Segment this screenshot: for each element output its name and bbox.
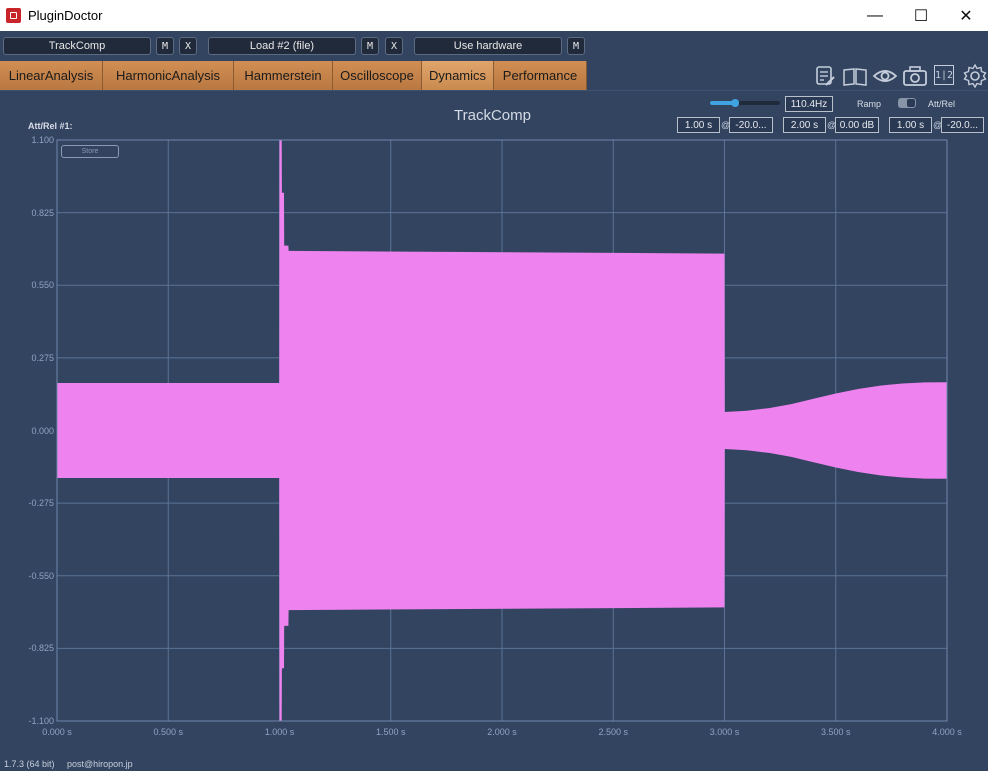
x-tick-label: 1.000 s bbox=[264, 727, 295, 737]
version-text: 1.7.3 (64 bit) bbox=[4, 759, 55, 769]
y-tick-label: 0.825 bbox=[31, 207, 54, 218]
y-tick-label: 0.275 bbox=[31, 352, 54, 363]
x-tick-label: 1.500 s bbox=[375, 727, 406, 737]
y-tick-label: 1.100 bbox=[31, 135, 54, 145]
y-tick-label: -0.825 bbox=[28, 643, 54, 654]
y-tick-label: 0.000 bbox=[31, 425, 54, 436]
x-tick-label: 0.000 s bbox=[42, 727, 72, 737]
oscilloscope-chart bbox=[56, 139, 948, 722]
y-tick-label: -0.275 bbox=[28, 498, 54, 509]
x-tick-label: 0.500 s bbox=[153, 727, 184, 737]
y-tick-label: -1.100 bbox=[28, 716, 54, 726]
contact-email: post@hiropon.jp bbox=[67, 759, 133, 769]
x-tick-label: 3.000 s bbox=[709, 727, 740, 737]
x-tick-label: 2.000 s bbox=[487, 727, 517, 737]
x-tick-label: 2.500 s bbox=[598, 727, 629, 737]
x-tick-label: 4.000 s bbox=[932, 727, 962, 737]
store-button[interactable]: Store bbox=[61, 145, 119, 158]
y-tick-label: -0.550 bbox=[28, 570, 54, 581]
y-tick-label: 0.550 bbox=[31, 280, 54, 291]
x-tick-label: 3.500 s bbox=[820, 727, 851, 737]
